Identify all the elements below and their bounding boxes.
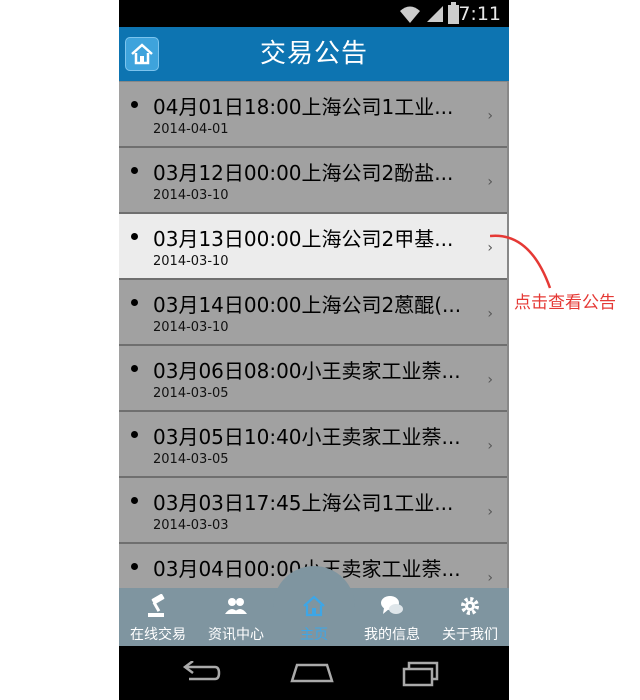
list-item[interactable]: 03月03日17:45上海公司1工业... 2014-03-03 ›: [119, 478, 507, 544]
announcement-list: 04月01日18:00上海公司1工业... 2014-04-01 › 03月12日00…: [119, 81, 509, 588]
home-button[interactable]: [125, 37, 159, 71]
bullet-icon: [131, 431, 138, 438]
tab-label: 资讯中心: [208, 627, 264, 643]
status-bar: 7:11: [119, 0, 509, 27]
tab-about-us[interactable]: 关于我们: [431, 588, 509, 646]
bullet-icon: [131, 167, 138, 174]
list-item[interactable]: 03月12日00:00上海公司2酚盐... 2014-03-10 ›: [119, 148, 507, 214]
announcement-title: 03月13日00:00上海公司2甲基...: [153, 227, 454, 251]
tab-info-center[interactable]: 资讯中心: [197, 588, 275, 646]
chevron-right-icon: ›: [487, 570, 493, 586]
chevron-right-icon: ›: [487, 108, 493, 124]
bullet-icon: [131, 497, 138, 504]
announcement-title: 03月14日00:00上海公司2蒽醌(...: [153, 293, 462, 317]
announcement-date: 2014-03-03: [153, 518, 229, 533]
status-time: 7:11: [458, 3, 501, 25]
android-nav-bar: [119, 646, 509, 700]
list-item[interactable]: 04月01日18:00上海公司1工业... 2014-04-01 ›: [119, 82, 507, 148]
gear-icon: [461, 597, 479, 615]
announcement-title: 04月01日18:00上海公司1工业...: [153, 95, 454, 119]
list-item[interactable]: 03月14日00:00上海公司2蒽醌(... 2014-03-10 ›: [119, 280, 507, 346]
people-icon: [225, 598, 247, 614]
announcement-date: 2014-03-10: [153, 320, 229, 335]
bullet-icon: [131, 365, 138, 372]
chevron-right-icon: ›: [487, 372, 493, 388]
announcement-title: 03月06日08:00小王卖家工业萘...: [153, 359, 461, 383]
bullet-icon: [131, 563, 138, 570]
list-item[interactable]: 03月13日00:00上海公司2甲基... 2014-03-10 ›: [119, 214, 507, 280]
chevron-right-icon: ›: [487, 174, 493, 190]
list-item[interactable]: 03月05日10:40小王卖家工业萘... 2014-03-05 ›: [119, 412, 507, 478]
announcement-date: 2014-03-10: [153, 254, 229, 269]
bottom-tab-bar: 在线交易 资讯中心 主页 我的信息 关于我们: [119, 566, 509, 646]
tab-home[interactable]: 主页: [275, 588, 353, 646]
chevron-right-icon: ›: [487, 504, 493, 520]
title-bar: 交易公告: [119, 27, 509, 81]
nav-home-icon[interactable]: [289, 661, 335, 685]
back-icon[interactable]: [181, 661, 221, 685]
home-icon: [303, 595, 325, 617]
tab-label: 我的信息: [364, 627, 420, 643]
home-icon: [131, 43, 153, 65]
tab-online-trade[interactable]: 在线交易: [119, 588, 197, 646]
recent-apps-icon[interactable]: [401, 661, 441, 687]
announcement-title: 03月12日00:00上海公司2酚盐...: [153, 161, 454, 185]
bullet-icon: [131, 101, 138, 108]
announcement-date: 2014-03-05: [153, 386, 229, 401]
announcement-date: 2014-03-10: [153, 188, 229, 203]
announcement-title: 03月03日17:45上海公司1工业...: [153, 491, 454, 515]
announcement-date: 2014-04-01: [153, 122, 229, 137]
tab-label: 关于我们: [442, 627, 498, 643]
chevron-right-icon: ›: [487, 438, 493, 454]
gavel-icon: [148, 594, 165, 617]
phone-screen: 7:11 交易公告 04月01日18:00上海公司1工业... 2014-04-0…: [119, 0, 509, 700]
tab-label: 主页: [300, 627, 328, 643]
annotation-label: 点击查看公告: [514, 293, 616, 313]
page-title: 交易公告: [259, 39, 368, 69]
tab-label: 在线交易: [130, 627, 186, 643]
chat-icon: [381, 596, 403, 614]
bullet-icon: [131, 299, 138, 306]
wifi-icon: [400, 6, 420, 23]
bullet-icon: [131, 233, 138, 240]
chevron-right-icon: ›: [487, 306, 493, 322]
announcement-title: 03月05日10:40小王卖家工业萘...: [153, 425, 461, 449]
announcement-date: 2014-03-05: [153, 452, 229, 467]
signal-icon: [427, 6, 443, 22]
tab-my-info[interactable]: 我的信息: [353, 588, 431, 646]
list-item[interactable]: 03月06日08:00小王卖家工业萘... 2014-03-05 ›: [119, 346, 507, 412]
